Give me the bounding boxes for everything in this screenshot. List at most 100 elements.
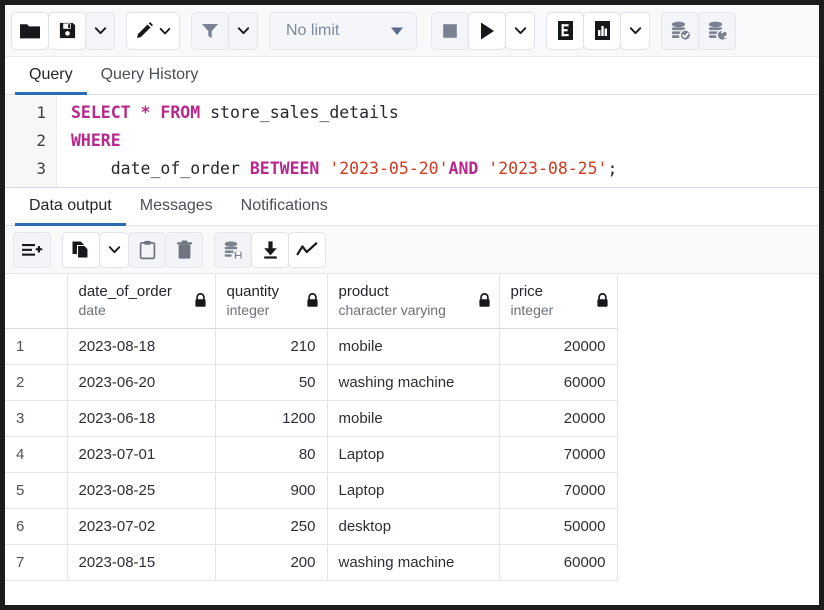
table-row[interactable]: 32023-06-181200mobile20000 [5, 400, 617, 436]
save-file-button[interactable] [48, 12, 86, 50]
sql-line: date_of_order BETWEEN '2023-05-20'AND '2… [71, 155, 819, 183]
clipboard-group [62, 232, 202, 268]
table-row[interactable]: 72023-08-15200washing machine60000 [5, 544, 617, 580]
line-chart-icon [296, 241, 318, 259]
row-limit-select[interactable]: No limit [269, 12, 417, 50]
cell-date_of_order[interactable]: 2023-08-15 [67, 544, 215, 580]
column-header-date_of_order[interactable]: date_of_order date [67, 274, 215, 328]
execute-query-button[interactable] [468, 12, 506, 50]
cell-date_of_order[interactable]: 2023-08-18 [67, 328, 215, 364]
cell-quantity[interactable]: 80 [215, 436, 327, 472]
row-number-cell: 3 [5, 400, 67, 436]
cell-quantity[interactable]: 210 [215, 328, 327, 364]
cell-quantity[interactable]: 200 [215, 544, 327, 580]
filter-group [191, 12, 257, 50]
folder-icon [19, 21, 41, 41]
cell-quantity[interactable]: 50 [215, 364, 327, 400]
cell-date_of_order[interactable]: 2023-06-18 [67, 400, 215, 436]
filter-dropdown[interactable] [228, 12, 258, 50]
cell-quantity[interactable]: 250 [215, 508, 327, 544]
add-row-button[interactable] [13, 232, 51, 268]
column-header-price[interactable]: price integer [499, 274, 617, 328]
cell-product[interactable]: desktop [327, 508, 499, 544]
save-file-dropdown[interactable] [85, 12, 115, 50]
cell-date_of_order[interactable]: 2023-06-20 [67, 364, 215, 400]
explain-group [546, 12, 649, 50]
tab-query-history-label: Query History [101, 66, 199, 84]
download-results-button[interactable] [251, 232, 289, 268]
sql-token-op: * [141, 103, 151, 122]
output-toolbar [5, 226, 819, 274]
filter-icon [200, 21, 220, 41]
cell-price[interactable]: 70000 [499, 472, 617, 508]
delete-row-button[interactable] [165, 232, 203, 268]
results-grid[interactable]: date_of_order date [5, 274, 819, 605]
sql-token-punct [71, 159, 111, 178]
explain-button[interactable] [546, 12, 584, 50]
cell-price[interactable]: 60000 [499, 364, 617, 400]
copy-icon [71, 240, 91, 260]
paste-button[interactable] [128, 232, 166, 268]
sql-token-str: '2023-05-20' [329, 159, 448, 178]
copy-dropdown[interactable] [99, 232, 129, 268]
table-row[interactable]: 42023-07-0180Laptop70000 [5, 436, 617, 472]
tab-query[interactable]: Query [15, 58, 87, 95]
lock-icon [306, 293, 319, 308]
sql-token-punct [319, 159, 329, 178]
table-row[interactable]: 12023-08-18210mobile20000 [5, 328, 617, 364]
transaction-group [661, 12, 735, 50]
cell-price[interactable]: 70000 [499, 436, 617, 472]
chevron-down-icon [236, 23, 251, 38]
graph-visualiser-button[interactable] [288, 232, 326, 268]
chevron-down-icon [158, 24, 172, 38]
explain-analyze-button[interactable] [583, 12, 621, 50]
cell-price[interactable]: 20000 [499, 400, 617, 436]
cell-product[interactable]: mobile [327, 328, 499, 364]
cell-quantity[interactable]: 1200 [215, 400, 327, 436]
table-row[interactable]: 52023-08-25900Laptop70000 [5, 472, 617, 508]
tab-data-output[interactable]: Data output [15, 189, 126, 226]
column-name: quantity [227, 282, 280, 302]
cell-price[interactable]: 50000 [499, 508, 617, 544]
cell-product[interactable]: washing machine [327, 544, 499, 580]
copy-button[interactable] [62, 232, 100, 268]
open-file-button[interactable] [11, 12, 49, 50]
save-data-changes-button[interactable] [214, 232, 252, 268]
lock-icon [194, 293, 207, 308]
cell-product[interactable]: Laptop [327, 436, 499, 472]
cell-quantity[interactable]: 900 [215, 472, 327, 508]
explain-dropdown[interactable] [620, 12, 650, 50]
stop-query-button[interactable] [431, 12, 469, 50]
cell-date_of_order[interactable]: 2023-07-01 [67, 436, 215, 472]
results-table: date_of_order date [5, 274, 618, 581]
tab-messages[interactable]: Messages [126, 189, 227, 226]
tab-query-history[interactable]: Query History [87, 58, 213, 95]
cell-product[interactable]: mobile [327, 400, 499, 436]
cell-product[interactable]: Laptop [327, 472, 499, 508]
cell-product[interactable]: washing machine [327, 364, 499, 400]
table-row[interactable]: 62023-07-02250desktop50000 [5, 508, 617, 544]
sql-editor[interactable]: 1 2 3 SELECT * FROM store_sales_detailsW… [5, 95, 819, 188]
filter-button[interactable] [191, 12, 229, 50]
cell-price[interactable]: 20000 [499, 328, 617, 364]
row-limit-value: No limit [286, 22, 339, 40]
column-name: product [339, 282, 446, 302]
cell-price[interactable]: 60000 [499, 544, 617, 580]
output-tabbar: Data output Messages Notifications [5, 188, 819, 226]
cell-date_of_order[interactable]: 2023-07-02 [67, 508, 215, 544]
tab-notifications-label: Notifications [241, 197, 328, 215]
sql-code-area[interactable]: SELECT * FROM store_sales_detailsWHERE d… [57, 95, 819, 187]
rollback-button[interactable] [698, 12, 736, 50]
column-header-product[interactable]: product character varying [327, 274, 499, 328]
column-header-quantity[interactable]: quantity integer [215, 274, 327, 328]
cell-date_of_order[interactable]: 2023-08-25 [67, 472, 215, 508]
commit-button[interactable] [661, 12, 699, 50]
edit-button[interactable] [126, 12, 180, 50]
sql-token-punct: ; [608, 159, 618, 178]
file-group [11, 12, 114, 50]
execute-dropdown[interactable] [505, 12, 535, 50]
sql-token-punct [131, 103, 141, 122]
table-row[interactable]: 22023-06-2050washing machine60000 [5, 364, 617, 400]
line-number: 2 [5, 127, 46, 155]
tab-notifications[interactable]: Notifications [227, 189, 342, 226]
